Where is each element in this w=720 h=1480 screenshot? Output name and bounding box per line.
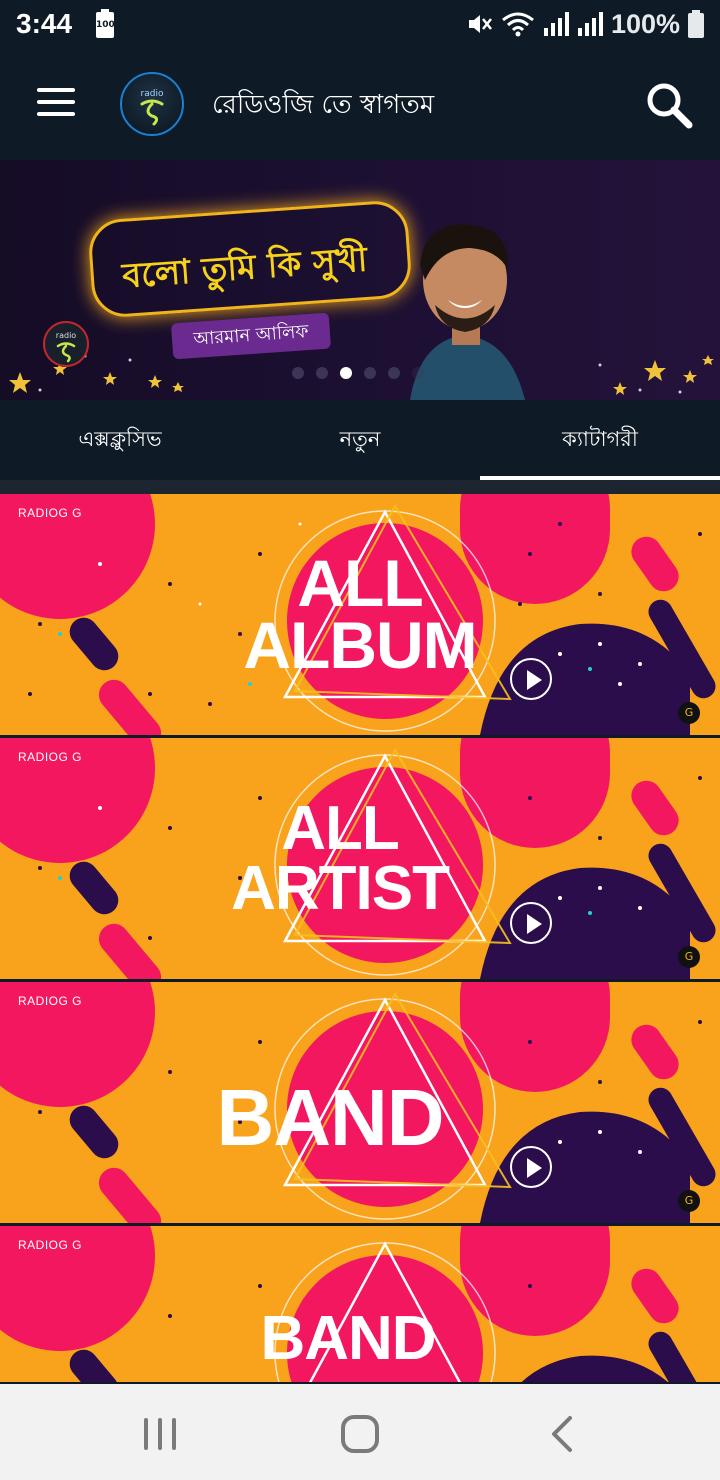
- back-icon: [552, 1416, 572, 1452]
- hamburger-icon-mid: [37, 100, 75, 104]
- svg-text:radio: radio: [141, 89, 164, 99]
- battery-percent: 100%: [610, 8, 680, 39]
- hamburger-icon-bottom: [37, 112, 75, 116]
- system-nav-bar: [0, 1384, 720, 1480]
- brand-mark-icon: G: [678, 946, 700, 968]
- tab-bar: এক্সক্লুসিভ নতুন ক্যাটাগরী: [0, 400, 720, 480]
- status-icons: 100%: [465, 6, 704, 42]
- home-button[interactable]: [332, 1406, 388, 1462]
- play-icon[interactable]: [510, 1146, 552, 1188]
- radio-logo-icon: radio: [43, 321, 89, 367]
- radio-g-logo-icon: radio: [140, 89, 164, 126]
- category-title-line1: ALL: [297, 546, 423, 620]
- carousel-dot[interactable]: [412, 367, 424, 379]
- battery-icon: [688, 10, 704, 38]
- brand-mark-icon: G: [678, 1190, 700, 1212]
- carousel-indicator: [292, 367, 424, 379]
- wifi-icon: [502, 12, 534, 37]
- carousel-dot[interactable]: [364, 367, 376, 379]
- category-title-line2: ARTIST: [231, 854, 450, 923]
- featured-banner[interactable]: বলো তুমি কি সুখী আরমান আলিফ radio: [0, 160, 720, 400]
- play-icon[interactable]: [510, 902, 552, 944]
- mute-icon: [468, 15, 492, 33]
- home-icon: [341, 1415, 379, 1453]
- play-icon[interactable]: [510, 658, 552, 700]
- tab-exclusive[interactable]: এক্সক্লুসিভ: [0, 400, 240, 480]
- brand-mark-icon: G: [678, 702, 700, 724]
- status-bar: 3:44 100 100%: [0, 0, 720, 50]
- category-title-line1: ALL: [281, 794, 400, 863]
- category-list[interactable]: RADIOG G ALL ALBUM G RADIOG G ALL ARTIST…: [0, 494, 720, 1382]
- category-title-line1: BAND: [260, 1304, 436, 1373]
- category-title-line2: ALBUM: [243, 608, 477, 682]
- carousel-dot[interactable]: [316, 367, 328, 379]
- card-brand: RADIOG G: [18, 750, 83, 764]
- carousel-dot[interactable]: [292, 367, 304, 379]
- battery-saver-icon: 100: [96, 9, 115, 38]
- card-brand: RADIOG G: [18, 506, 83, 520]
- card-brand: RADIOG G: [18, 994, 83, 1008]
- category-title-line2: BAND: [216, 1073, 444, 1162]
- card-brand: RADIOG G: [18, 1238, 83, 1252]
- signal-icon-2: [577, 12, 603, 36]
- tab-category[interactable]: ক্যাটাগরী: [480, 400, 720, 480]
- hamburger-icon: [37, 88, 75, 92]
- recents-icon: [144, 1418, 176, 1450]
- svg-text:radio: radio: [56, 331, 76, 340]
- category-card-all-artist[interactable]: RADIOG G ALL ARTIST G: [0, 738, 720, 979]
- app-toolbar: radio রেডিওজি তে স্বাগতম: [0, 50, 720, 160]
- category-card-band-2[interactable]: RADIOG G BAND: [0, 1226, 720, 1382]
- app-screen: 3:44 100 100% radio রেডিওজি তে স্বাগতম ব…: [0, 0, 720, 1480]
- divider: [0, 480, 720, 494]
- status-time: 3:44: [16, 8, 73, 39]
- app-logo: radio: [120, 72, 184, 136]
- carousel-dot-active[interactable]: [340, 367, 352, 379]
- page-title: রেডিওজি তে স্বাগতম: [212, 90, 435, 120]
- recents-button[interactable]: [132, 1406, 188, 1462]
- category-card-all-album[interactable]: RADIOG G ALL ALBUM G: [0, 494, 720, 735]
- search-button[interactable]: [644, 80, 696, 132]
- search-icon: [647, 83, 693, 129]
- signal-icon: [543, 12, 569, 36]
- back-button[interactable]: [534, 1406, 590, 1462]
- category-card-band[interactable]: RADIOG G BAND G: [0, 982, 720, 1223]
- menu-button[interactable]: [32, 82, 80, 122]
- tab-new[interactable]: নতুন: [240, 400, 480, 480]
- carousel-dot[interactable]: [388, 367, 400, 379]
